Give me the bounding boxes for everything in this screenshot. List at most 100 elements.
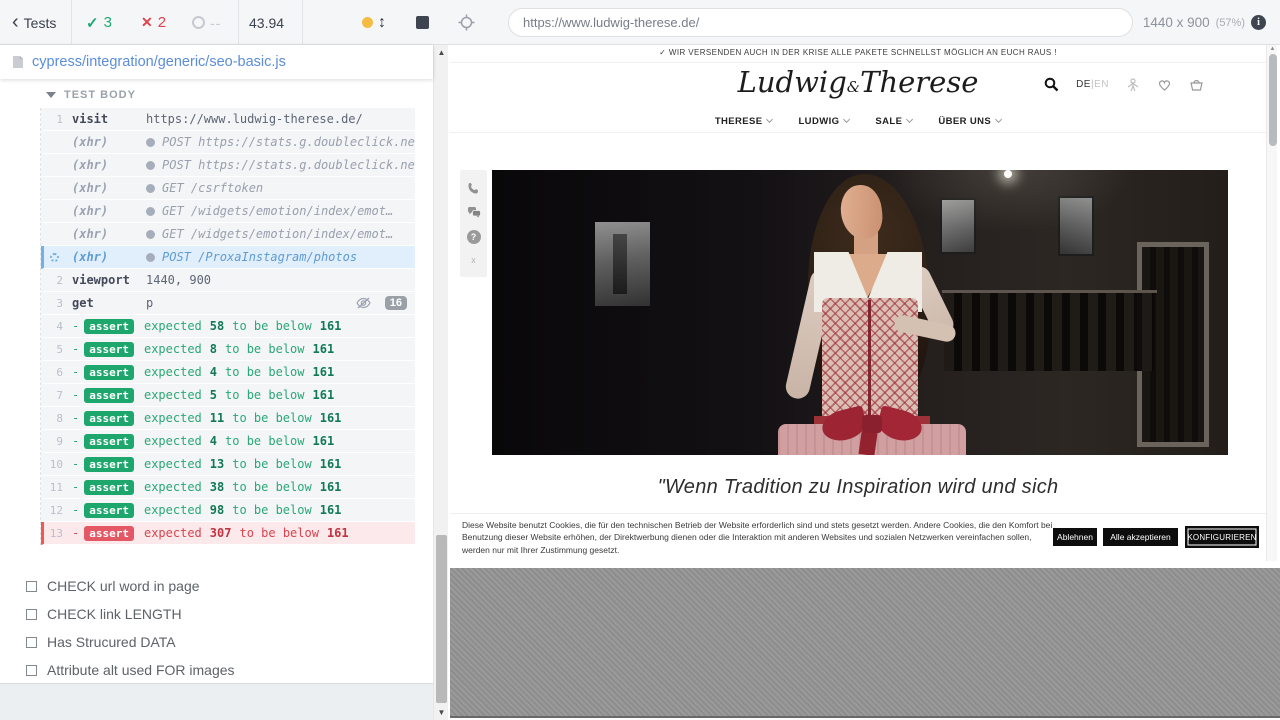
test-title: CHECK link LENGTH bbox=[47, 606, 182, 622]
phone-icon[interactable] bbox=[467, 182, 480, 195]
cookie-consent-bar: Diese Website benutzt Cookies, die für d… bbox=[450, 513, 1266, 561]
nav-item-therese[interactable]: THERESE bbox=[715, 116, 773, 127]
chevron-down-icon bbox=[766, 116, 773, 123]
help-icon[interactable]: ? bbox=[467, 230, 481, 244]
shipping-notice-text: WIR VERSENDEN AUCH IN DER KRISE ALLE PAK… bbox=[669, 48, 1057, 57]
hero-image bbox=[492, 170, 1228, 455]
model-arm bbox=[783, 267, 836, 401]
assert-expected: 161 bbox=[320, 319, 342, 333]
assert-actual: 58 bbox=[210, 319, 224, 333]
dirndl-blouse bbox=[814, 252, 922, 312]
lang-de[interactable]: DE bbox=[1076, 79, 1091, 90]
command-row-assert[interactable]: 12 - assert expected 98 to be below 161 bbox=[41, 499, 415, 522]
command-row-xhr[interactable]: (xhr) POST https://stats.g.doubleclick.n… bbox=[41, 154, 415, 177]
assert-badge: assert bbox=[84, 365, 134, 380]
assert-expected: 161 bbox=[313, 388, 335, 402]
search-icon[interactable] bbox=[1044, 77, 1059, 92]
test-state-icon bbox=[26, 665, 37, 676]
chevron-down-icon bbox=[843, 116, 850, 123]
assert-actual: 307 bbox=[210, 526, 232, 540]
test-item[interactable]: Attribute alt used FOR images bbox=[26, 656, 426, 684]
command-row-visit[interactable]: 1 visit https://www.ludwig-therese.de/ bbox=[41, 108, 415, 131]
chat-icon[interactable] bbox=[467, 206, 481, 218]
eye-slash-icon[interactable] bbox=[356, 297, 371, 309]
stop-button[interactable] bbox=[416, 0, 429, 45]
scroll-up-icon[interactable]: ▲ bbox=[434, 48, 449, 57]
command-row-assert[interactable]: 9 - assert expected 4 to be below 161 bbox=[41, 430, 415, 453]
app-under-test-viewport: ✓ WIR VERSENDEN AUCH IN DER KRISE ALLE P… bbox=[450, 45, 1280, 561]
auto-scroll-toggle[interactable]: ↕ bbox=[362, 0, 386, 45]
assert-badge: assert bbox=[84, 342, 134, 357]
command-row-assert[interactable]: 10 - assert expected 13 to be below 161 bbox=[41, 453, 415, 476]
command-row-xhr[interactable]: (xhr) GET /csrftoken bbox=[41, 177, 415, 200]
command-number: 10 bbox=[44, 458, 72, 471]
info-icon[interactable]: i bbox=[1251, 15, 1266, 30]
command-message: https://www.ludwig-therese.de/ bbox=[146, 112, 415, 126]
command-name: visit bbox=[72, 112, 146, 126]
nav-item-ludwig[interactable]: LUDWIG bbox=[798, 116, 849, 127]
cart-icon[interactable] bbox=[1189, 78, 1204, 92]
wishlist-heart-icon[interactable] bbox=[1157, 78, 1172, 91]
command-row-xhr-pending[interactable]: (xhr) POST /ProxaInstagram/photos bbox=[41, 246, 415, 269]
assert-badge: assert bbox=[84, 411, 134, 426]
test-title: Attribute alt used FOR images bbox=[47, 662, 235, 678]
command-row-get[interactable]: 3 get p 16 bbox=[41, 292, 415, 315]
command-row-assert[interactable]: 11 - assert expected 38 to be below 161 bbox=[41, 476, 415, 499]
scrollbar-thumb[interactable] bbox=[436, 535, 447, 703]
failed-count: 2 bbox=[158, 14, 166, 31]
language-switcher[interactable]: DE|EN bbox=[1076, 79, 1109, 90]
assert-badge: assert bbox=[84, 480, 134, 495]
test-item[interactable]: Has Strucured DATA bbox=[26, 628, 426, 656]
test-body-label: TEST BODY bbox=[64, 89, 136, 101]
nav-item-sale[interactable]: SALE bbox=[875, 116, 912, 127]
scroll-down-icon[interactable]: ▼ bbox=[434, 708, 449, 717]
command-row-assert[interactable]: 8 - assert expected 11 to be below 161 bbox=[41, 407, 415, 430]
duration-value: 43.94 bbox=[249, 15, 284, 31]
model-hair bbox=[808, 174, 930, 414]
test-body-header[interactable]: TEST BODY bbox=[46, 89, 136, 101]
selector-playground-button[interactable] bbox=[458, 14, 475, 31]
xhr-request: GET /widgets/emotion/index/emot… bbox=[162, 204, 393, 218]
account-icon[interactable] bbox=[1126, 78, 1140, 92]
chevron-down-icon bbox=[995, 116, 1002, 123]
spec-file-link[interactable]: cypress/integration/generic/seo-basic.js bbox=[32, 54, 286, 70]
get-selector: p bbox=[146, 296, 153, 310]
scrollbar-thumb[interactable] bbox=[1269, 54, 1277, 146]
cookie-configure-button[interactable]: KONFIGURIEREN bbox=[1185, 526, 1259, 548]
shipping-notice-banner: ✓ WIR VERSENDEN AUCH IN DER KRISE ALLE P… bbox=[450, 48, 1266, 63]
back-to-tests-button[interactable]: ‹ Tests bbox=[12, 0, 56, 45]
site-scrollbar[interactable]: ▲ bbox=[1266, 45, 1277, 561]
cross-icon: ✕ bbox=[141, 14, 153, 31]
scroll-up-icon[interactable]: ▲ bbox=[1267, 46, 1278, 52]
assert-expected: 161 bbox=[320, 457, 342, 471]
assert-actual: 4 bbox=[210, 365, 217, 379]
assert-actual: 38 bbox=[210, 480, 224, 494]
command-row-assert[interactable]: 4 - assert expected 58 to be below 161 bbox=[41, 315, 415, 338]
nav-item-ueber-uns[interactable]: ÜBER UNS bbox=[938, 116, 1001, 127]
command-message: p 16 bbox=[146, 296, 415, 310]
command-row-xhr[interactable]: (xhr) POST https://stats.g.doubleclick.n… bbox=[41, 131, 415, 154]
command-row-xhr[interactable]: (xhr) GET /widgets/emotion/index/emot… bbox=[41, 200, 415, 223]
runner-toolbar: ‹ Tests ✓ 3 ✕ 2 -- 43.94 ↕ 1440 x 900 ( bbox=[0, 0, 1280, 45]
command-number: 5 bbox=[44, 343, 72, 356]
url-input[interactable] bbox=[508, 8, 1133, 37]
widget-close-icon[interactable]: x bbox=[471, 255, 476, 265]
lang-en[interactable]: EN bbox=[1094, 79, 1109, 90]
command-name: (xhr) bbox=[72, 227, 146, 241]
command-log-scrollbar[interactable]: ▲ ▼ bbox=[433, 45, 448, 720]
command-row-xhr[interactable]: (xhr) GET /widgets/emotion/index/emot… bbox=[41, 223, 415, 246]
command-row-assert[interactable]: 6 - assert expected 4 to be below 161 bbox=[41, 361, 415, 384]
cookie-decline-button[interactable]: Ablehnen bbox=[1053, 528, 1097, 546]
command-row-viewport[interactable]: 2 viewport 1440, 900 bbox=[41, 269, 415, 292]
command-row-assert-failed[interactable]: 13 - assert expected 307 to be below 161 bbox=[41, 522, 415, 545]
assert-actual: 13 bbox=[210, 457, 224, 471]
command-number: 2 bbox=[44, 274, 72, 287]
back-to-tests-label: Tests bbox=[24, 15, 57, 31]
divider bbox=[71, 0, 72, 45]
command-row-assert[interactable]: 5 - assert expected 8 to be below 161 bbox=[41, 338, 415, 361]
command-name: (xhr) bbox=[72, 250, 146, 264]
test-item[interactable]: CHECK url word in page bbox=[26, 572, 426, 600]
test-item[interactable]: CHECK link LENGTH bbox=[26, 600, 426, 628]
cookie-accept-all-button[interactable]: Alle akzeptieren bbox=[1103, 528, 1178, 546]
command-row-assert[interactable]: 7 - assert expected 5 to be below 161 bbox=[41, 384, 415, 407]
